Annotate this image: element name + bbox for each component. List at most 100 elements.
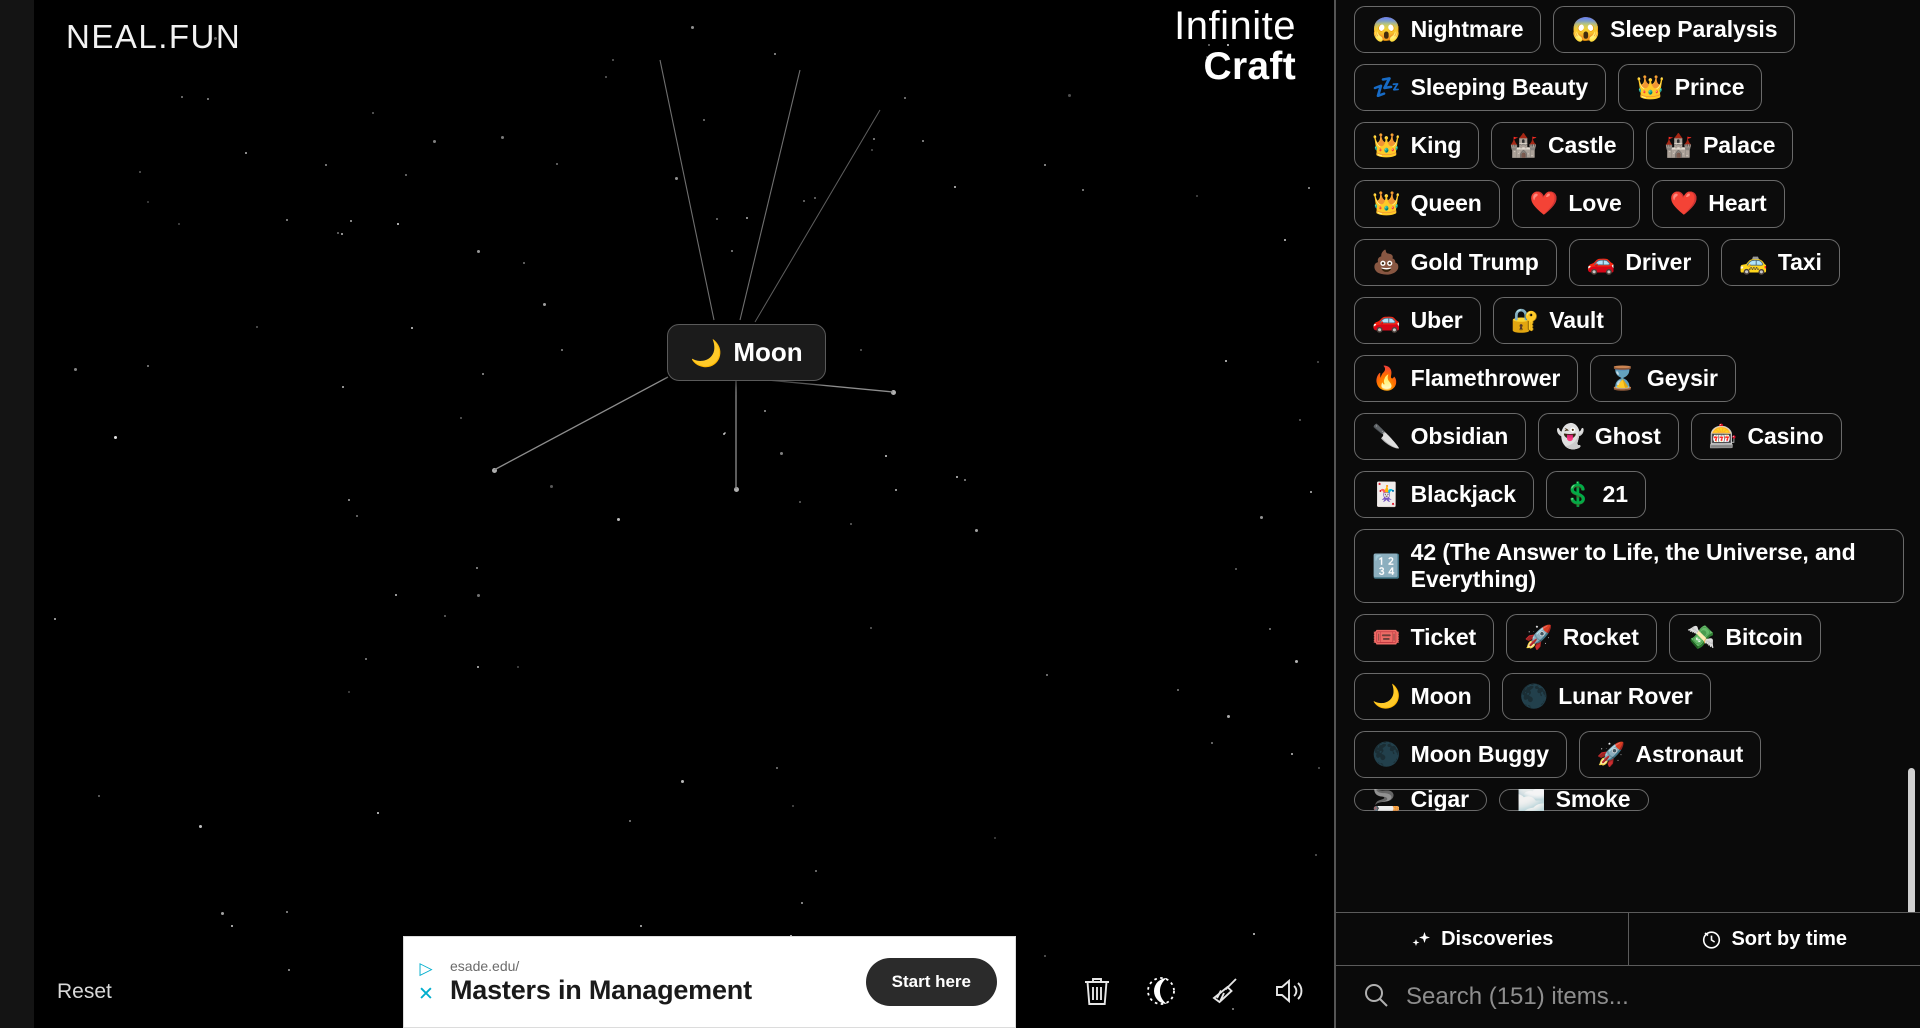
neal-fun-logo[interactable]: NEAL.FUN [66, 18, 241, 56]
item-emoji-icon: 🎰 [1708, 422, 1738, 449]
item-label: Uber [1410, 306, 1463, 333]
item-label: Blackjack [1410, 481, 1516, 507]
ad-controls[interactable]: ▷ ✕ [404, 937, 442, 1027]
item-emoji-icon: 🏰 [1664, 132, 1694, 159]
sound-icon[interactable] [1272, 974, 1306, 1008]
item-label: Astronaut [1635, 740, 1744, 767]
ad-banner[interactable]: ▷ ✕ esade.edu/ Masters in Management Sta… [403, 936, 1016, 1028]
item-chip[interactable]: 👑 Queen [1354, 180, 1500, 228]
item-label: Casino [1747, 422, 1824, 449]
ad-cta-button[interactable]: Start here [865, 958, 997, 1006]
left-gutter [0, 0, 34, 1028]
item-chip[interactable]: 🏰 Palace [1646, 122, 1794, 170]
item-chip[interactable]: 🎰 Casino [1690, 412, 1842, 460]
item-chip[interactable]: 👑 King [1354, 122, 1480, 170]
item-chip[interactable]: 🚬 Cigar [1354, 788, 1487, 811]
item-emoji-icon: 🚀 [1524, 624, 1553, 651]
item-chip[interactable]: 💲 21 [1545, 471, 1646, 519]
item-emoji-icon: ❤️ [1529, 190, 1559, 217]
item-chip[interactable]: 🚗 Uber [1354, 296, 1481, 344]
ad-text: esade.edu/ Masters in Management [442, 958, 866, 1006]
items-list[interactable]: 😱 Nightmare 😱 Sleep Paralysis 💤 Sleeping Beau… [1336, 0, 1920, 912]
search-icon [1362, 981, 1390, 1014]
tab-sort-by-time[interactable]: Sort by time [1627, 913, 1920, 965]
item-chip[interactable]: ⌛ Geysir [1590, 354, 1736, 402]
item-chip[interactable]: 🚀 Astronaut [1578, 730, 1762, 778]
item-emoji-icon: 💤 [1372, 74, 1401, 101]
search-input[interactable] [1406, 983, 1894, 1011]
item-chip[interactable]: 🔥 Flamethrower [1354, 354, 1579, 402]
tab-discoveries[interactable]: Discoveries [1336, 913, 1628, 965]
item-emoji-icon: 🔢 [1372, 552, 1401, 579]
tab-discoveries-label: Discoveries [1441, 927, 1554, 950]
node-connection-lines [493, 59, 894, 489]
item-label: Nightmare [1410, 16, 1524, 42]
item-row-clipped: 🚬 Cigar 🌫️ Smoke [1354, 788, 1904, 811]
item-chip[interactable]: 🔪 Obsidian [1354, 412, 1527, 460]
item-label: Rocket [1562, 624, 1639, 651]
item-label: Ghost [1594, 422, 1661, 449]
item-label: Gold Trump [1410, 248, 1539, 275]
item-emoji-icon: 🚕 [1739, 248, 1768, 275]
item-chip[interactable]: ❤️ Love [1511, 180, 1640, 228]
item-chip[interactable]: 💤 Sleeping Beauty [1354, 64, 1607, 112]
item-chip[interactable]: 🔐 Vault [1492, 296, 1622, 344]
item-chip[interactable]: 👑 Prince [1618, 64, 1763, 112]
item-label: Sleeping Beauty [1410, 74, 1589, 101]
adchoices-icon[interactable]: ▷ [419, 960, 432, 977]
item-chip[interactable]: 👻 Ghost [1538, 412, 1679, 460]
item-chip[interactable]: 🌑 Moon Buggy [1354, 730, 1567, 778]
close-icon[interactable]: ✕ [418, 985, 434, 1004]
item-row: 👑 Queen ❤️ Love ❤️ Heart [1354, 180, 1904, 228]
item-emoji-icon: ❤️ [1669, 190, 1699, 217]
search-bar[interactable] [1336, 966, 1920, 1028]
dark-mode-icon[interactable] [1144, 974, 1178, 1008]
item-row: 🎟️ Ticket 🚀 Rocket 💸 Bitcoin [1354, 614, 1904, 662]
item-row: 🃏 Blackjack 💲 21 [1354, 471, 1904, 519]
item-chip[interactable]: ❤️ Heart [1651, 180, 1785, 228]
item-label: Smoke [1555, 788, 1631, 811]
item-chip[interactable]: 🚀 Rocket [1506, 614, 1657, 662]
item-chip[interactable]: 💩 Gold Trump [1354, 238, 1557, 286]
item-chip[interactable]: 😱 Nightmare [1354, 6, 1542, 54]
moon-icon: 🌙 [690, 337, 723, 368]
item-label: Love [1568, 190, 1622, 217]
item-row: 🌑 Moon Buggy 🚀 Astronaut [1354, 730, 1904, 778]
item-label: Heart [1708, 190, 1767, 217]
item-chip[interactable]: 🎟️ Ticket [1354, 614, 1495, 662]
item-row: 💤 Sleeping Beauty 👑 Prince [1354, 64, 1904, 112]
game-title-line2: Craft [1203, 44, 1296, 88]
item-chip[interactable]: 🚗 Driver [1568, 238, 1710, 286]
item-chip[interactable]: 🚕 Taxi [1721, 238, 1840, 286]
item-chip[interactable]: 🌑 Lunar Rover [1501, 672, 1711, 720]
item-chip[interactable]: 🃏 Blackjack [1354, 471, 1534, 519]
item-chip[interactable]: 🏰 Castle [1491, 122, 1635, 170]
item-chip[interactable]: 💸 Bitcoin [1668, 614, 1821, 662]
item-label: Palace [1703, 132, 1776, 159]
broom-icon[interactable] [1208, 974, 1242, 1008]
infinite-craft-app: NEAL.FUN Infinite Craft 🌙 Moon ▷ ✕ esade… [0, 0, 1920, 1028]
item-label: Taxi [1777, 248, 1822, 275]
item-emoji-icon: 👑 [1636, 74, 1665, 101]
item-chip[interactable]: 🔢 42 (The Answer to Life, the Universe, a… [1354, 529, 1904, 604]
game-title-line1: Infinite [1174, 4, 1296, 48]
item-chip[interactable]: 🌫️ Smoke [1498, 788, 1649, 811]
item-label: Driver [1625, 248, 1692, 275]
item-label: Castle [1547, 132, 1617, 159]
item-chip[interactable]: 😱 Sleep Paralysis [1553, 6, 1796, 54]
item-label: Vault [1549, 306, 1604, 333]
crafting-canvas[interactable]: NEAL.FUN Infinite Craft 🌙 Moon ▷ ✕ esade… [0, 0, 1334, 1028]
item-label: Flamethrower [1410, 364, 1561, 391]
clock-icon [1701, 929, 1722, 950]
sidebar-scrollbar[interactable] [1908, 768, 1915, 912]
reset-button[interactable]: Reset [57, 980, 112, 1004]
item-chip[interactable]: 🌙 Moon [1354, 672, 1490, 720]
trash-icon[interactable] [1080, 974, 1114, 1008]
item-row: 🚗 Uber 🔐 Vault [1354, 296, 1904, 344]
canvas-node-moon[interactable]: 🌙 Moon [667, 324, 826, 381]
item-emoji-icon: 👑 [1372, 190, 1401, 217]
item-label: Sleep Paralysis [1610, 16, 1778, 42]
tab-sort-by-time-label: Sort by time [1731, 927, 1848, 950]
item-emoji-icon: 💩 [1372, 248, 1401, 275]
item-emoji-icon: 🃏 [1372, 481, 1401, 508]
